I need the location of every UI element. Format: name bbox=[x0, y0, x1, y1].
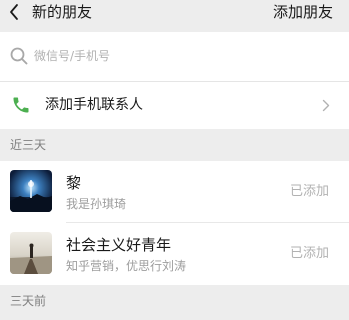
nav-bar: 新的朋友 添加朋友 bbox=[0, 0, 349, 32]
added-status: 已添加 bbox=[289, 184, 329, 199]
section-header: 近三天 bbox=[0, 129, 349, 161]
added-status: 已添加 bbox=[289, 246, 329, 261]
friend-name: 黎 bbox=[66, 174, 82, 192]
friend-name: 社会主义好青年 bbox=[66, 236, 172, 254]
search-icon bbox=[10, 47, 28, 65]
add-friend-button[interactable]: 添加朋友 bbox=[273, 2, 333, 22]
friend-message: 我是孙琪琦 bbox=[66, 197, 127, 211]
avatar bbox=[10, 170, 52, 212]
chevron-left-icon bbox=[10, 4, 18, 20]
section-header: 三天前 bbox=[0, 285, 349, 317]
chevron-right-icon bbox=[322, 99, 330, 112]
search-bar bbox=[0, 32, 349, 81]
page-title: 新的朋友 bbox=[32, 3, 93, 21]
friend-request-row[interactable]: 黎 我是孙琪琦 已添加 bbox=[0, 161, 349, 223]
add-phone-contacts-row[interactable]: 添加手机联系人 bbox=[0, 82, 349, 129]
friend-request-row[interactable]: 社会主义好青年 知乎营销，优思行刘涛 已添加 bbox=[0, 223, 349, 285]
avatar bbox=[10, 232, 52, 274]
back-button[interactable] bbox=[2, 0, 26, 24]
section-header-label: 三天前 bbox=[10, 294, 47, 308]
section-header-label: 近三天 bbox=[10, 138, 47, 152]
search-input[interactable] bbox=[34, 46, 324, 66]
friend-message: 知乎营销，优思行刘涛 bbox=[66, 259, 187, 273]
add-phone-contacts-label: 添加手机联系人 bbox=[45, 97, 143, 113]
phone-icon bbox=[13, 97, 29, 113]
